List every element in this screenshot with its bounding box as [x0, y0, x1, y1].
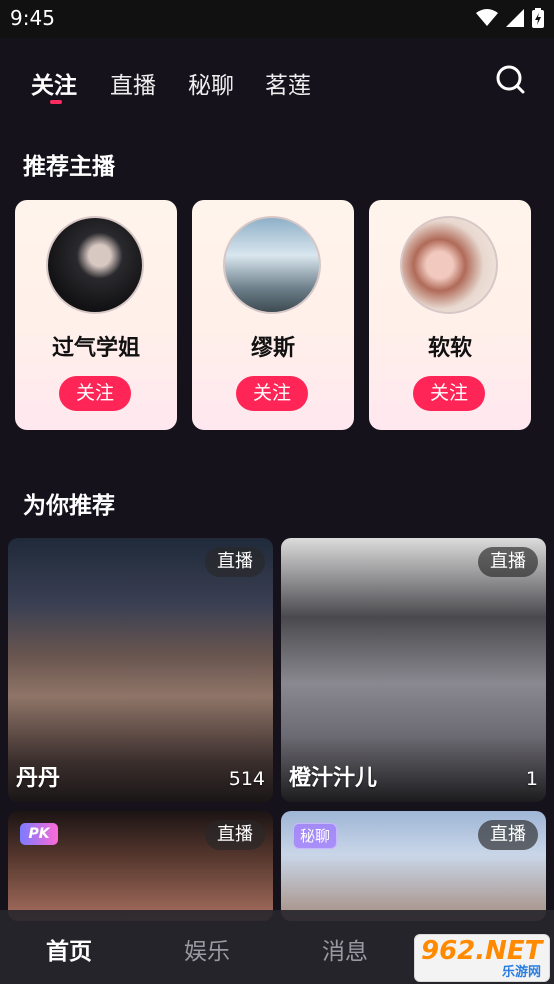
streamer-card[interactable]: 过气学姐 关注 — [15, 200, 177, 430]
signal-icon — [506, 9, 524, 27]
viewer-count: 1 — [525, 768, 538, 790]
status-icons — [476, 8, 544, 28]
wifi-icon — [476, 9, 498, 26]
private-chat-badge: 秘聊 — [293, 823, 338, 849]
status-time: 9:45 — [10, 6, 55, 30]
search-icon — [496, 65, 525, 94]
live-badge: 直播 — [478, 820, 538, 850]
watermark-subtext: 乐游网 — [501, 965, 541, 980]
follow-button[interactable]: 关注 — [236, 376, 308, 411]
tab-indicator — [50, 100, 62, 104]
live-room-card[interactable]: PK 直播 — [8, 811, 273, 921]
live-badge: 直播 — [205, 547, 265, 577]
status-bar: 9:45 — [0, 0, 554, 38]
live-room-card[interactable]: 秘聊 直播 — [281, 811, 546, 921]
avatar[interactable] — [223, 216, 321, 314]
streamer-name: 软软 — [427, 336, 472, 361]
live-badge: 直播 — [478, 547, 538, 577]
recommended-streamers-title: 推荐主播 — [23, 154, 115, 180]
search-button[interactable] — [495, 64, 525, 94]
tab-private-chat[interactable]: 秘聊 — [188, 66, 234, 100]
live-room-card[interactable]: 直播 橙汁汁儿 1 — [281, 538, 546, 802]
streamer-card[interactable]: 缪斯 关注 — [192, 200, 354, 430]
nav-home[interactable]: 首页 — [46, 932, 92, 966]
follow-button[interactable]: 关注 — [59, 376, 131, 411]
nav-messages[interactable]: 消息 — [322, 932, 368, 966]
streamer-name: 缪斯 — [250, 336, 295, 361]
streamer-name: 过气学姐 — [51, 336, 140, 361]
pk-badge: PK — [20, 823, 58, 845]
battery-icon — [532, 8, 544, 28]
tab-follow[interactable]: 关注 — [31, 66, 77, 100]
live-badge: 直播 — [205, 820, 265, 850]
top-tabs: 关注 直播 秘聊 茗莲 — [0, 38, 554, 108]
viewer-count: 514 — [228, 768, 265, 790]
room-name: 丹丹 — [16, 766, 61, 791]
room-name: 橙汁汁儿 — [289, 766, 378, 791]
follow-button[interactable]: 关注 — [413, 376, 485, 411]
avatar[interactable] — [46, 216, 144, 314]
streamer-card[interactable]: 软软 关注 — [369, 200, 531, 430]
watermark-logo: 962.NET 乐游网 — [414, 934, 550, 982]
live-room-card[interactable]: 直播 丹丹 514 — [8, 538, 273, 802]
for-you-title: 为你推荐 — [23, 493, 115, 519]
avatar[interactable] — [400, 216, 498, 314]
nav-entertainment[interactable]: 娱乐 — [184, 932, 230, 966]
tab-live[interactable]: 直播 — [110, 66, 156, 100]
tab-minglian[interactable]: 茗莲 — [265, 66, 311, 100]
